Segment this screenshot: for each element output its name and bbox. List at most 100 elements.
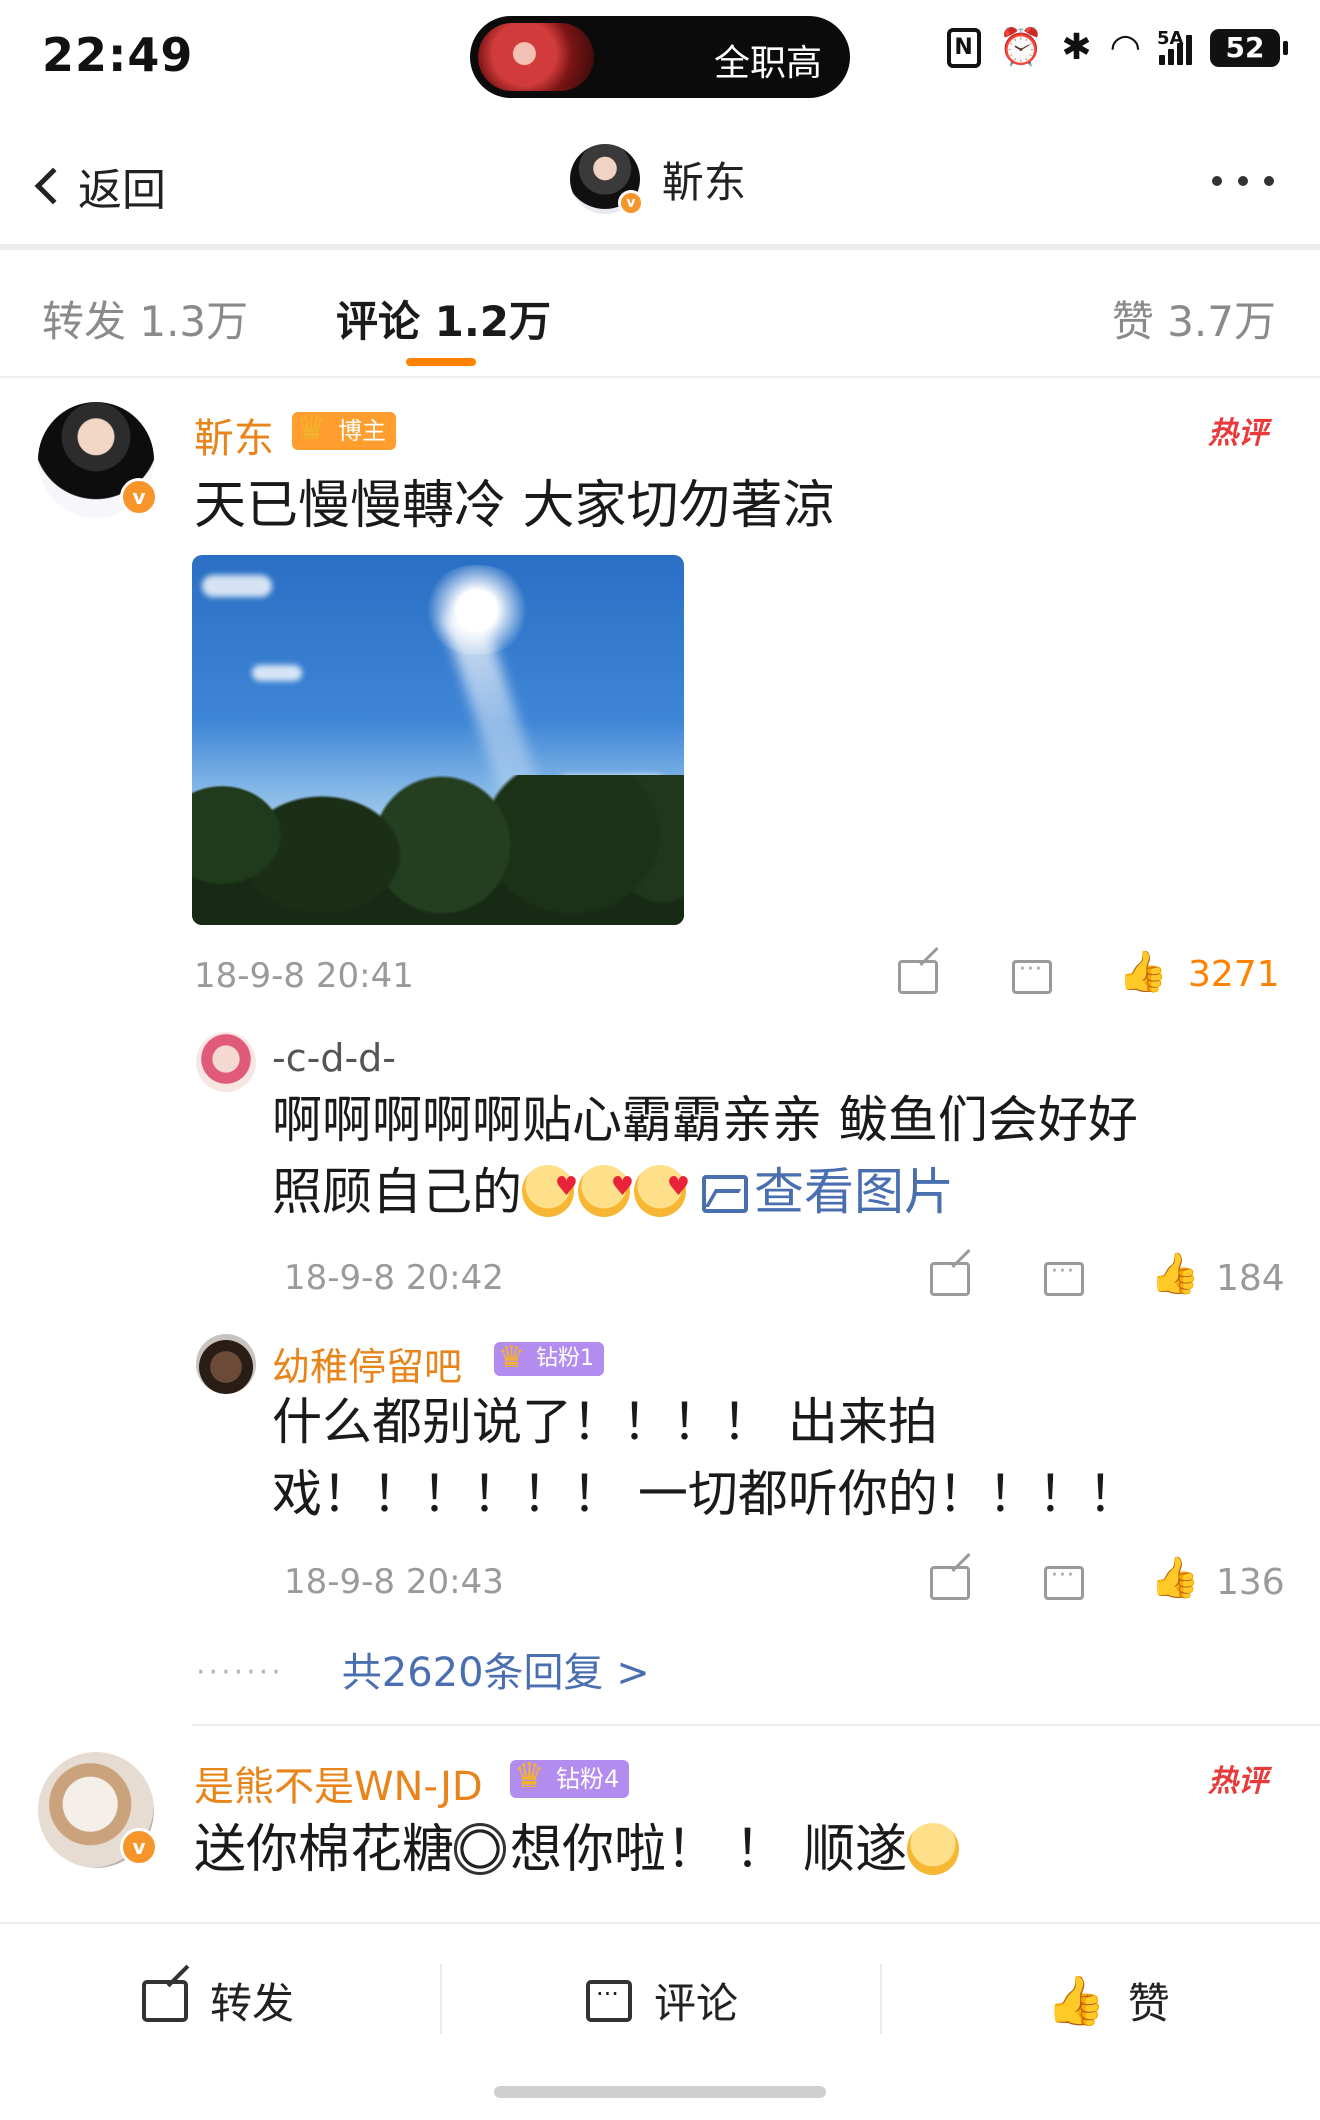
divider [192,1724,1320,1726]
header-user[interactable]: v 靳东 [570,144,747,216]
avatar[interactable]: v [38,1752,158,1868]
network-type-label: 5A [1157,28,1184,49]
verified-badge-icon: v [120,478,158,516]
comment-icon[interactable] [1044,1259,1084,1296]
emoji-panda-icon [454,1823,507,1875]
comment-author[interactable]: 是熊不是WN-JD [194,1754,483,1812]
tab-bar: 转发 1.3万 评论 1.2万 赞 3.7万 [0,250,1320,378]
comment-text: 天已慢慢轉冷 大家切勿著涼 [194,476,835,536]
repost-button[interactable]: 转发 [142,1970,294,2031]
thumbs-up-icon[interactable]: 👍 [1118,952,1168,992]
more-replies-label: 共2620条回复 > [341,1650,650,1696]
status-icons: N ⏰ ✱ ◠ 5A 52 [946,27,1288,68]
hot-comment-tag: 热评 [1208,416,1268,451]
comment-button[interactable]: 评论 [586,1970,738,2031]
emoji-heart-icon [522,1151,578,1223]
thumbs-up-icon[interactable]: 👍 [1150,1254,1200,1294]
emoji-heart-icon [578,1151,634,1223]
crown-icon: ♛ [296,408,327,448]
comment-text-segment: 送你棉花糖 [194,1820,455,1880]
comment-text-segment: 想你啦！ ！ 顺遂 [510,1820,908,1880]
dynamic-island[interactable]: 全职高 [470,16,850,98]
page-title: 靳东 [662,157,747,207]
clock: 22:49 [42,28,194,82]
share-icon[interactable] [930,1566,970,1600]
crown-icon: ♛ [498,1340,525,1375]
comment-author[interactable]: 靳东 [194,406,274,464]
comment-label: 评论 [654,1979,739,2028]
badge-label: 钻粉1 [536,1346,594,1371]
thumbs-up-icon[interactable]: 👍 [1150,1558,1200,1598]
image-icon [702,1175,748,1213]
nfc-icon: N [946,28,981,68]
badge-label: 钻粉4 [556,1765,620,1793]
island-text: 全职高 [713,43,822,84]
share-icon[interactable] [930,1262,970,1296]
home-indicator[interactable] [494,2086,826,2098]
tab-comment[interactable]: 评论 1.2万 [336,288,551,349]
comment-text: 送你棉花糖 想你啦！ ！ 顺遂 [194,1814,963,1886]
verified-badge-icon: v [618,190,644,216]
comment-image[interactable] [192,555,684,925]
reply-timestamp: 18-9-8 20:42 [284,1258,504,1298]
tab-like[interactable]: 赞 3.7万 [1112,288,1276,349]
bluetooth-icon: ✱ [1061,27,1092,68]
comment-icon [586,1979,632,2022]
reply-text-line: 什么都别说了！！！！ 出来拍 [272,1393,938,1451]
battery-icon: 52 [1210,29,1288,67]
separator [880,1964,882,2034]
fan-badge: ♛ 钻粉1 [494,1340,604,1376]
thumbs-up-icon: 👍 [1046,1972,1106,2029]
emoji-smile-icon [907,1823,960,1875]
share-icon[interactable] [898,960,938,994]
back-label: 返回 [78,165,166,216]
reply-timestamp: 18-9-8 20:43 [284,1562,504,1602]
tab-active-indicator [406,358,476,366]
reply-text: 什么都别说了！！！！ 出来拍 戏！！！！！！ 一切都听你的！！！！ [272,1386,1272,1530]
fan-badge: ♛ 钻粉4 [510,1756,630,1798]
avatar[interactable]: v [38,402,158,518]
status-bar: 22:49 全职高 N ⏰ ✱ ◠ 5A 52 [0,0,1320,116]
avatar[interactable] [196,1032,256,1092]
avatar[interactable] [196,1334,256,1394]
sun [422,565,532,655]
view-image-link[interactable]: 查看图片 [690,1163,954,1221]
separator [440,1964,442,2034]
avatar[interactable]: v [570,144,644,216]
share-icon [142,1979,188,2022]
reply-text-line: 戏！！！！！！ 一切都听你的！！！！ [272,1465,1138,1523]
nav-header: 返回 v 靳东 [0,116,1320,250]
reply-text-line: 啊啊啊啊啊贴心霸霸亲亲 鲅鱼们会好好 [272,1091,1138,1149]
like-button[interactable]: 👍 赞 [1046,1970,1170,2031]
like-count: 136 [1216,1562,1285,1603]
reply-text-segment: 照顾自己的 [272,1163,522,1221]
comment-timestamp: 18-9-8 20:41 [194,956,414,996]
media-artwork [478,23,594,91]
cellular-signal-icon: 5A [1157,28,1192,65]
wifi-icon: ◠ [1109,27,1141,68]
tab-repost[interactable]: 转发 1.3万 [42,288,248,349]
owner-badge: ♛ 博主 [292,408,396,450]
comment-icon[interactable] [1012,957,1052,994]
repost-label: 转发 [210,1979,295,2028]
back-button[interactable]: 返回 [34,154,166,218]
chevron-left-icon [34,167,72,205]
alarm-icon: ⏰ [998,27,1044,68]
reply-author[interactable]: -c-d-d- [272,1036,396,1080]
more-replies-link[interactable]: ······· 共2620条回复 > [196,1640,650,1698]
view-image-label: 查看图片 [754,1163,954,1221]
hot-comment-tag: 热评 [1208,1764,1268,1799]
like-label: 赞 [1127,1979,1170,2028]
dots-decoration: ······· [196,1655,284,1690]
badge-label: 博主 [338,417,386,445]
reply-text-line: 照顾自己的 查看图片 [272,1151,1272,1228]
like-count: 184 [1216,1258,1285,1299]
crown-icon: ♛ [514,1756,545,1796]
reply-author[interactable]: 幼稚停留吧 [272,1336,462,1391]
verified-badge-icon: v [120,1828,158,1866]
more-options-icon[interactable] [1212,176,1274,186]
comment-icon[interactable] [1044,1563,1084,1600]
like-count: 3271 [1188,954,1280,995]
emoji-heart-icon [634,1151,690,1223]
reply-text: 啊啊啊啊啊贴心霸霸亲亲 鲅鱼们会好好 照顾自己的 查看图片 [272,1084,1272,1228]
